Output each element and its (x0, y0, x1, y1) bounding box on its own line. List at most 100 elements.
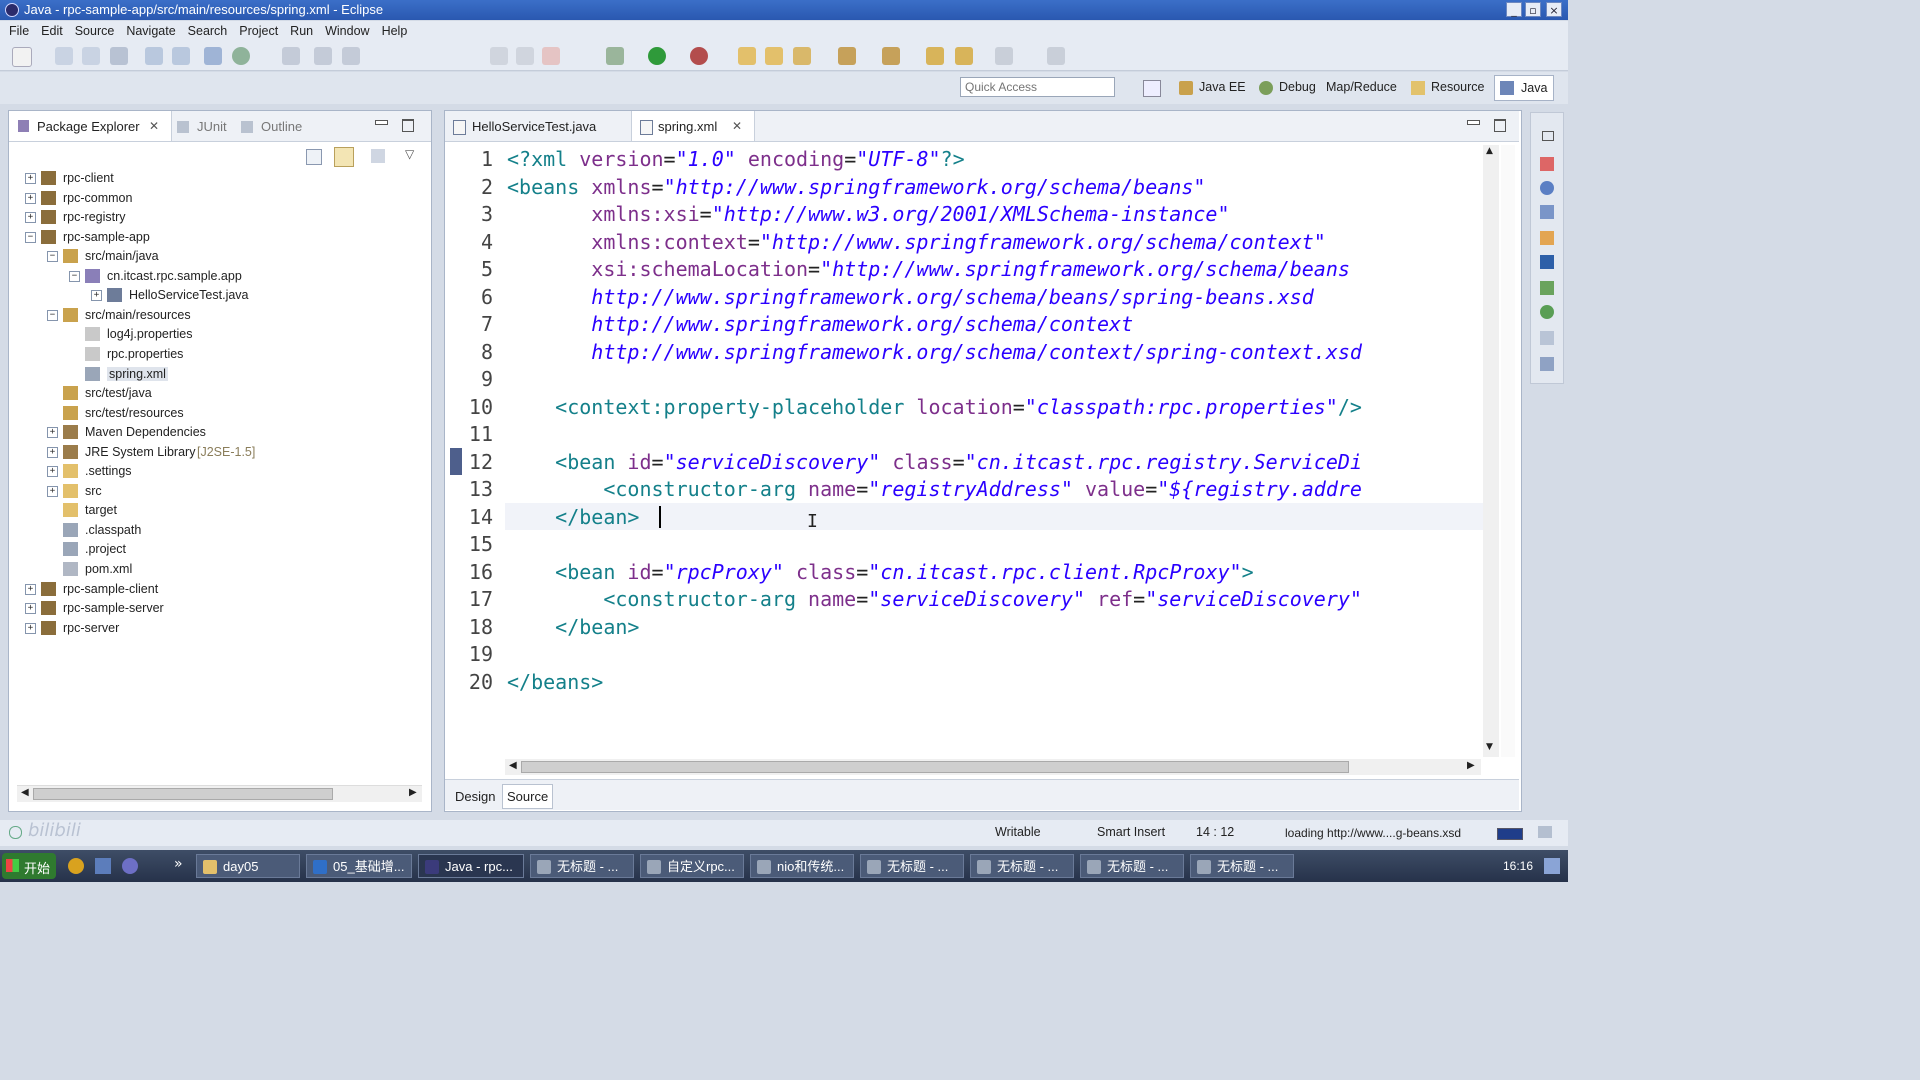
taskbar-item[interactable]: 无标题 - ... (970, 854, 1074, 878)
editor-horizontal-scrollbar[interactable]: ◀ ▶ (505, 759, 1481, 775)
open-type-icon[interactable] (145, 47, 163, 65)
scroll-down-icon[interactable]: ▼ (1486, 742, 1493, 752)
menu-source[interactable]: Source (69, 21, 121, 41)
toggle-icon[interactable] (282, 47, 300, 65)
menu-project[interactable]: Project (233, 21, 284, 41)
taskbar-item[interactable]: 05_基础增... (306, 854, 412, 878)
tree-item[interactable]: rpc.properties (9, 345, 419, 364)
refresh-icon[interactable] (232, 47, 250, 65)
desktop-icon[interactable] (95, 858, 111, 874)
restore-icon[interactable] (1542, 131, 1554, 141)
close-tab-icon[interactable]: ✕ (732, 119, 742, 133)
open-resource-icon[interactable] (765, 47, 783, 65)
filter-icon[interactable] (371, 149, 385, 163)
menu-search[interactable]: Search (182, 21, 234, 41)
expand-icon[interactable]: + (47, 466, 58, 478)
tree-item[interactable]: + HelloServiceTest.java (9, 286, 419, 305)
scroll-right-icon[interactable]: ▶ (1467, 760, 1475, 771)
tree-item[interactable]: .project (9, 540, 419, 559)
tab-helloservicetest[interactable]: HelloServiceTest.java (445, 111, 625, 141)
perspective-java-ee[interactable]: Java EE (1199, 80, 1246, 94)
data-source-icon[interactable] (1540, 331, 1554, 345)
tree-item[interactable]: − rpc-sample-app (9, 228, 419, 247)
tree-item[interactable]: + rpc-sample-server (9, 599, 419, 618)
minimize-editor-icon[interactable] (1467, 120, 1480, 125)
perspective-mapreduce[interactable]: Map/Reduce (1326, 80, 1397, 94)
tab-package-explorer[interactable]: Package Explorer ✕ (9, 111, 172, 141)
expand-icon[interactable]: + (91, 290, 102, 302)
tree-item[interactable]: src/test/java (9, 384, 419, 403)
maximize-button[interactable]: ▫ (1525, 2, 1541, 17)
tab-junit[interactable]: JUnit (197, 119, 227, 134)
maximize-editor-icon[interactable] (1494, 119, 1506, 132)
horizontal-scrollbar[interactable]: ◀ ▶ (17, 785, 422, 802)
back-nav-icon[interactable] (955, 47, 973, 65)
search-results-icon[interactable] (1540, 357, 1554, 371)
scroll-thumb[interactable] (521, 761, 1349, 773)
tree-item[interactable]: target (9, 501, 419, 520)
taskbar-item[interactable]: 无标题 - ... (1190, 854, 1294, 878)
save-all-icon[interactable] (82, 47, 100, 65)
collapse-all-icon[interactable] (306, 149, 322, 165)
save-icon[interactable] (55, 47, 73, 65)
show-desktop-icon[interactable] (1544, 858, 1560, 874)
menu-window[interactable]: Window (319, 21, 375, 41)
back-icon[interactable] (926, 47, 944, 65)
tasks-icon[interactable] (1540, 231, 1554, 245)
collapse-icon[interactable]: − (47, 251, 58, 263)
step-icon[interactable] (490, 47, 508, 65)
declaration-icon[interactable] (1540, 205, 1554, 219)
perspective-debug[interactable]: Debug (1279, 80, 1316, 94)
gear-icon[interactable] (1540, 305, 1554, 319)
scroll-right-icon[interactable]: ▶ (409, 787, 417, 798)
minimize-view-icon[interactable] (375, 120, 388, 125)
taskbar-item[interactable]: 自定义rpc... (640, 854, 744, 878)
coverage-icon[interactable] (690, 47, 708, 65)
tab-source[interactable]: Source (502, 784, 554, 809)
close-button[interactable]: × (1546, 2, 1562, 17)
taskbar-item[interactable]: 无标题 - ... (860, 854, 964, 878)
servers-icon[interactable] (1540, 281, 1554, 295)
overflow-icon[interactable]: » (174, 856, 183, 872)
scroll-left-icon[interactable]: ◀ (21, 787, 29, 798)
tree-item[interactable]: log4j.properties (9, 325, 419, 344)
expand-icon[interactable]: + (25, 583, 36, 595)
stop-icon[interactable] (542, 47, 560, 65)
open-folder-icon[interactable] (738, 47, 756, 65)
print-icon[interactable] (110, 47, 128, 65)
tree-item[interactable]: + rpc-client (9, 169, 419, 188)
collapse-icon[interactable]: − (69, 270, 80, 282)
tree-item[interactable]: + rpc-registry (9, 208, 419, 227)
tree-item[interactable]: + .settings (9, 462, 419, 481)
menu-navigate[interactable]: Navigate (120, 21, 181, 41)
menu-run[interactable]: Run (284, 21, 319, 41)
code-area[interactable]: 1 <?xml version="1.0" encoding="UTF-8"?> 2… (445, 145, 1485, 735)
expand-icon[interactable]: + (47, 485, 58, 497)
expand-icon[interactable]: + (25, 192, 36, 204)
tree-item[interactable]: − src/main/resources (9, 306, 419, 325)
taskbar-item[interactable]: 无标题 - ... (1080, 854, 1184, 878)
tree-item[interactable]: spring.xml (9, 365, 419, 384)
expand-icon[interactable]: + (25, 173, 36, 184)
expand-icon[interactable]: + (25, 212, 36, 224)
tree-item[interactable]: − cn.itcast.rpc.sample.app (9, 267, 419, 286)
problems-icon[interactable] (1540, 157, 1554, 171)
progress-view-icon[interactable] (1538, 826, 1552, 838)
tree-item[interactable]: .classpath (9, 521, 419, 540)
build-icon[interactable] (172, 47, 190, 65)
tree-item[interactable]: − src/main/java (9, 247, 419, 266)
perspective-java-active[interactable]: Java (1494, 75, 1554, 101)
tree-item[interactable]: pom.xml (9, 560, 419, 579)
annotation-icon[interactable] (314, 47, 332, 65)
start-button[interactable]: 开始 (2, 853, 56, 879)
tree-item[interactable]: + rpc-common (9, 189, 419, 208)
console-icon[interactable] (1540, 255, 1554, 269)
tab-design[interactable]: Design (455, 789, 495, 804)
pause-icon[interactable] (516, 47, 534, 65)
view-menu-icon[interactable]: ▽ (405, 147, 414, 161)
minimize-button[interactable]: _ (1506, 2, 1522, 17)
browser-icon[interactable] (122, 858, 138, 874)
tree-item[interactable]: + rpc-server (9, 619, 419, 638)
taskbar-item[interactable]: Java - rpc... (418, 854, 524, 878)
expand-icon[interactable]: + (25, 622, 36, 634)
